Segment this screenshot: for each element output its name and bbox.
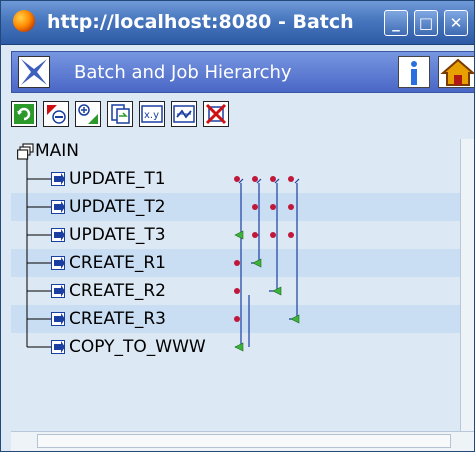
toolbar: x.y	[11, 97, 474, 131]
browser-window: http://localhost:8080 - Batch _ □ ✕ Batc…	[0, 0, 475, 452]
xy-icon: x.y	[141, 105, 163, 123]
close-button[interactable]: ✕	[444, 10, 468, 36]
app-title: Batch and Job Hierarchy	[74, 62, 292, 83]
dependency-graph	[26, 159, 300, 353]
browser-title: http://localhost:8080 - Batch	[47, 11, 354, 33]
home-icon	[440, 58, 474, 86]
copy-button[interactable]	[107, 101, 133, 127]
collapse-button[interactable]	[43, 101, 69, 127]
info-icon	[411, 61, 417, 85]
expand-icon	[78, 104, 98, 124]
svg-text:x.y: x.y	[144, 110, 159, 121]
delete-icon	[205, 103, 227, 125]
maximize-button[interactable]: □	[414, 10, 438, 36]
browser-titlebar[interactable]: http://localhost:8080 - Batch _ □ ✕	[1, 1, 474, 45]
link-button[interactable]	[171, 101, 197, 127]
refresh-icon	[14, 104, 34, 124]
refresh-button[interactable]	[11, 101, 37, 127]
firefox-icon	[13, 10, 35, 32]
job-tree: MAIN UPDATE_T1 UPDATE_T2 UPDATE_T3 CREAT…	[11, 135, 461, 431]
info-button[interactable]	[398, 56, 430, 88]
vertical-scrollbar[interactable]	[460, 139, 474, 431]
delete-button[interactable]	[203, 101, 229, 127]
horizontal-scroll-thumb[interactable]	[37, 434, 451, 448]
home-button[interactable]	[438, 56, 474, 88]
expand-button[interactable]	[75, 101, 101, 127]
xy-button[interactable]: x.y	[139, 101, 165, 127]
copy-icon	[111, 104, 130, 124]
horizontal-scrollbar[interactable]	[11, 431, 474, 451]
minimize-button[interactable]: _	[384, 10, 408, 36]
app-logo-icon	[18, 56, 50, 88]
collapse-icon	[47, 105, 66, 124]
link-icon	[173, 105, 195, 123]
app-header: Batch and Job Hierarchy	[11, 51, 474, 93]
